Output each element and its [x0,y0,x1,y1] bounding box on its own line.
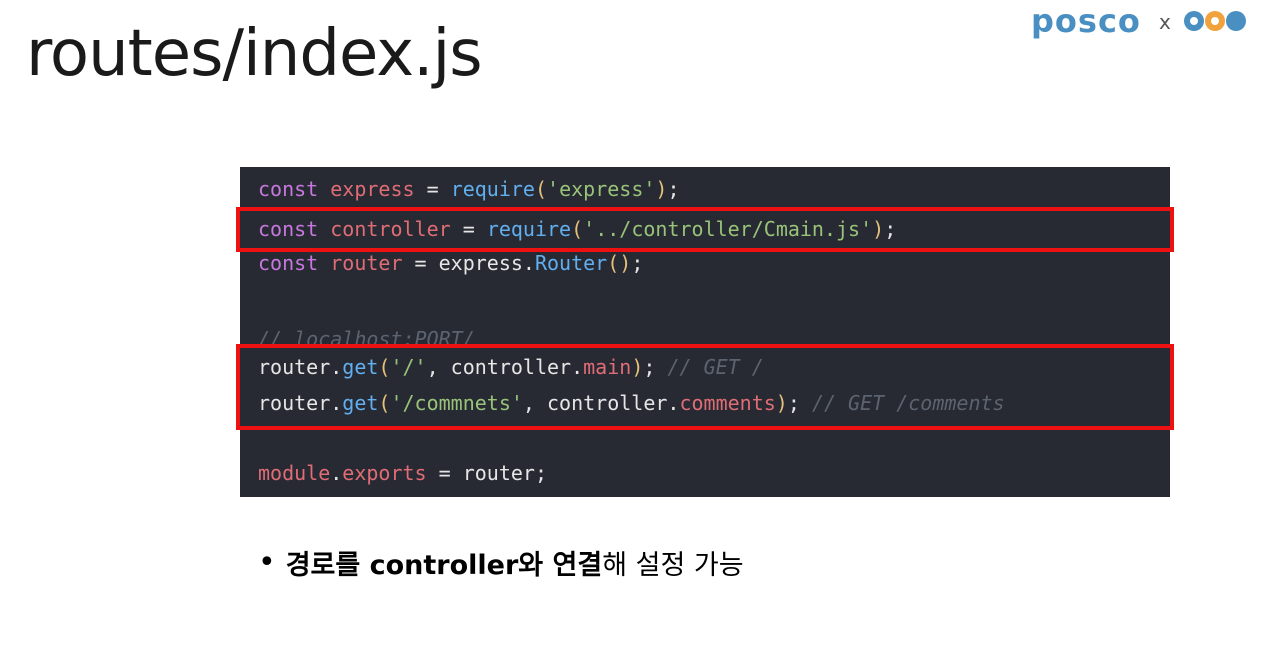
code-token: module [258,461,331,485]
code-line: const express = require('express'); [258,173,680,205]
brand-separator: x [1159,10,1171,34]
code-token: ) [655,177,668,201]
code-token: = [414,177,451,201]
code-token: Router [534,251,608,275]
bullet-bold-text: 경로를 controller와 연결 [285,549,603,581]
code-token: exports [342,461,427,485]
code-token: require [450,177,535,201]
slide-title: routes/index.js [26,17,483,91]
highlight-require-controller [236,207,1174,252]
code-token: 'express' [547,177,656,201]
highlight-router-routes [236,344,1174,430]
brand-name: posco [1031,2,1141,40]
code-token: router [330,251,403,275]
brand-logo: posco x [1031,0,1271,40]
code-token: = router; [426,461,548,485]
code-token: express [330,177,415,201]
code-token: ( [534,177,548,201]
code-token: const [258,251,319,275]
code-line: module.exports = router; [258,457,547,489]
bullet-marker: • [258,544,276,580]
bullet-point: • 경로를 controller와 연결 해 설정 가능 [258,542,744,582]
code-token: () [607,251,632,275]
code-token: . [330,461,343,485]
code-token: const [258,177,319,201]
code-token: = express. [402,251,535,275]
code-token: ; [631,251,644,275]
code-token: ; [667,177,680,201]
bullet-normal-text: 해 설정 가능 [602,549,744,581]
partner-logo-icon [1184,11,1246,31]
